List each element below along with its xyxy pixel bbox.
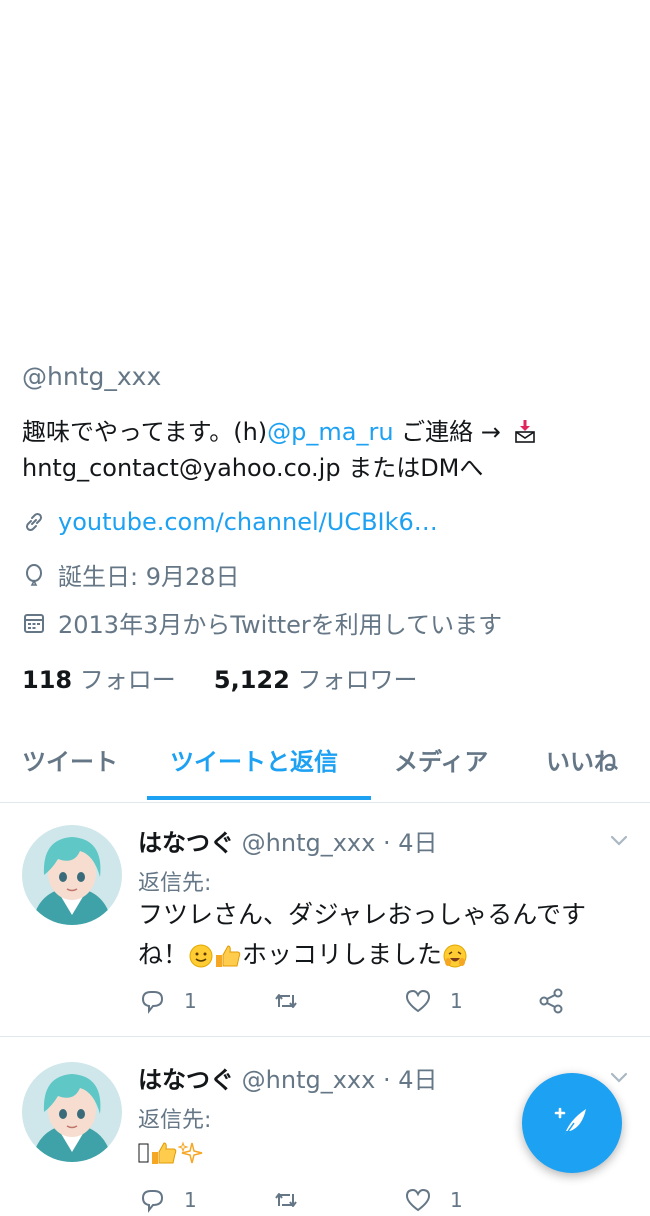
reply-button[interactable]: 1 bbox=[138, 1186, 197, 1214]
share-icon bbox=[539, 988, 563, 1014]
bio-text-contact: ご連絡 → bbox=[393, 418, 509, 446]
reply-icon bbox=[141, 1190, 164, 1213]
tweet-author-name[interactable]: はなつぐ bbox=[138, 1066, 234, 1094]
active-tab-indicator bbox=[147, 796, 371, 800]
chevron-down-icon[interactable] bbox=[608, 1066, 630, 1088]
tweet-text-line1: フツレさん、ダジャレおっしゃるんです bbox=[138, 900, 587, 929]
share-button[interactable] bbox=[538, 987, 566, 1015]
like-button[interactable]: 1 bbox=[404, 987, 463, 1015]
reply-count: 1 bbox=[184, 989, 197, 1013]
profile-joined: 2013年3月からTwitterを利用しています bbox=[58, 611, 503, 639]
balloon-icon bbox=[26, 563, 42, 586]
thumbs-up-emoji-icon bbox=[150, 1138, 178, 1178]
following-count: 118 bbox=[22, 666, 73, 694]
calendar-icon bbox=[24, 613, 44, 633]
avatar[interactable] bbox=[22, 825, 122, 925]
heart-icon bbox=[405, 989, 431, 1013]
retweet-button[interactable] bbox=[272, 1186, 300, 1214]
tweet-handle-time: @hntg_xxx · 4日 bbox=[241, 1066, 438, 1094]
tab-tweets-and-replies[interactable]: ツイートと返信 bbox=[170, 742, 338, 777]
laughing-emoji-icon bbox=[442, 941, 468, 981]
tweet-text-line2b: ホッコリしました bbox=[242, 940, 443, 969]
tab-tweets[interactable]: ツイート bbox=[22, 742, 118, 777]
tweet-actions: 1 1 bbox=[138, 1186, 578, 1216]
mail-download-icon bbox=[513, 417, 537, 443]
tweet-item[interactable]: はなつぐ @hntg_xxx · 4日 返信先: フツレさん、ダジャレおっしゃる… bbox=[0, 803, 650, 1037]
followers-link[interactable]: 5,122 フォロワー bbox=[214, 666, 418, 694]
tweet-text-line2a: ね！ bbox=[138, 940, 189, 969]
profile-bio: 趣味でやってます。(h)@p_ma_ru ご連絡 → hntg_contact@… bbox=[22, 414, 622, 486]
retweet-button[interactable] bbox=[272, 987, 300, 1015]
heart-icon bbox=[405, 1188, 431, 1212]
bio-contact-line: hntg_contact@yahoo.co.jp またはDMへ bbox=[22, 454, 484, 482]
tab-media[interactable]: メディア bbox=[394, 742, 488, 777]
tweet-reply-to: 返信先: bbox=[138, 871, 212, 896]
tweet-actions: 1 1 bbox=[138, 987, 578, 1017]
reply-icon bbox=[141, 991, 164, 1014]
followers-label: フォロワー bbox=[297, 666, 418, 694]
tweet-header: はなつぐ @hntg_xxx · 4日 bbox=[138, 823, 437, 858]
profile-birthday: 誕生日: 9月28日 bbox=[58, 563, 240, 591]
avatar[interactable] bbox=[22, 1062, 122, 1162]
compose-icon bbox=[554, 1107, 586, 1138]
tweet-handle-time: @hntg_xxx · 4日 bbox=[241, 829, 438, 857]
bio-mention-link[interactable]: @p_ma_ru bbox=[267, 418, 393, 446]
tweet-author-name[interactable]: はなつぐ bbox=[138, 829, 234, 857]
tweet-reply-to: 返信先: bbox=[138, 1108, 212, 1133]
retweet-icon bbox=[275, 1193, 297, 1207]
tweet-divider bbox=[0, 1036, 650, 1037]
retweet-icon bbox=[275, 994, 297, 1008]
like-count: 1 bbox=[450, 1188, 463, 1212]
compose-tweet-button[interactable] bbox=[522, 1073, 622, 1173]
profile-joined-row: 2013年3月からTwitterを利用しています bbox=[22, 605, 502, 640]
profile-handle: @hntg_xxx bbox=[22, 362, 162, 391]
link-icon bbox=[25, 512, 43, 532]
followers-count: 5,122 bbox=[213, 666, 290, 694]
profile-website-link[interactable]: youtube.com/channel/UCBIk6… bbox=[58, 508, 438, 536]
reply-button[interactable]: 1 bbox=[138, 987, 197, 1015]
following-link[interactable]: 118 フォロー bbox=[22, 666, 176, 694]
smile-emoji-icon bbox=[188, 941, 214, 981]
sparkles-emoji-icon bbox=[177, 1138, 204, 1178]
bio-text: 趣味でやってます。(h) bbox=[22, 418, 268, 446]
profile-birthday-row: 誕生日: 9月28日 bbox=[22, 557, 240, 592]
following-label: フォロー bbox=[79, 666, 176, 694]
reply-count: 1 bbox=[184, 1188, 197, 1212]
thumbs-up-emoji-icon bbox=[214, 941, 242, 981]
like-count: 1 bbox=[450, 989, 463, 1013]
tab-likes[interactable]: いいね bbox=[546, 742, 618, 777]
profile-counts: 118 フォロー 5,122 フォロワー bbox=[22, 660, 417, 695]
tweet-text: フツレさん、ダジャレおっしゃるんです ね！ ホッコリしました bbox=[138, 895, 618, 981]
chevron-down-icon[interactable] bbox=[608, 829, 630, 851]
missing-glyph-icon bbox=[138, 1138, 150, 1178]
like-button[interactable]: 1 bbox=[404, 1186, 463, 1214]
profile-website-row: youtube.com/channel/UCBIk6… bbox=[22, 508, 438, 536]
tweet-header: はなつぐ @hntg_xxx · 4日 bbox=[138, 1060, 437, 1095]
profile-tabs: ツイート ツイートと返信 メディア いいね bbox=[0, 720, 650, 803]
